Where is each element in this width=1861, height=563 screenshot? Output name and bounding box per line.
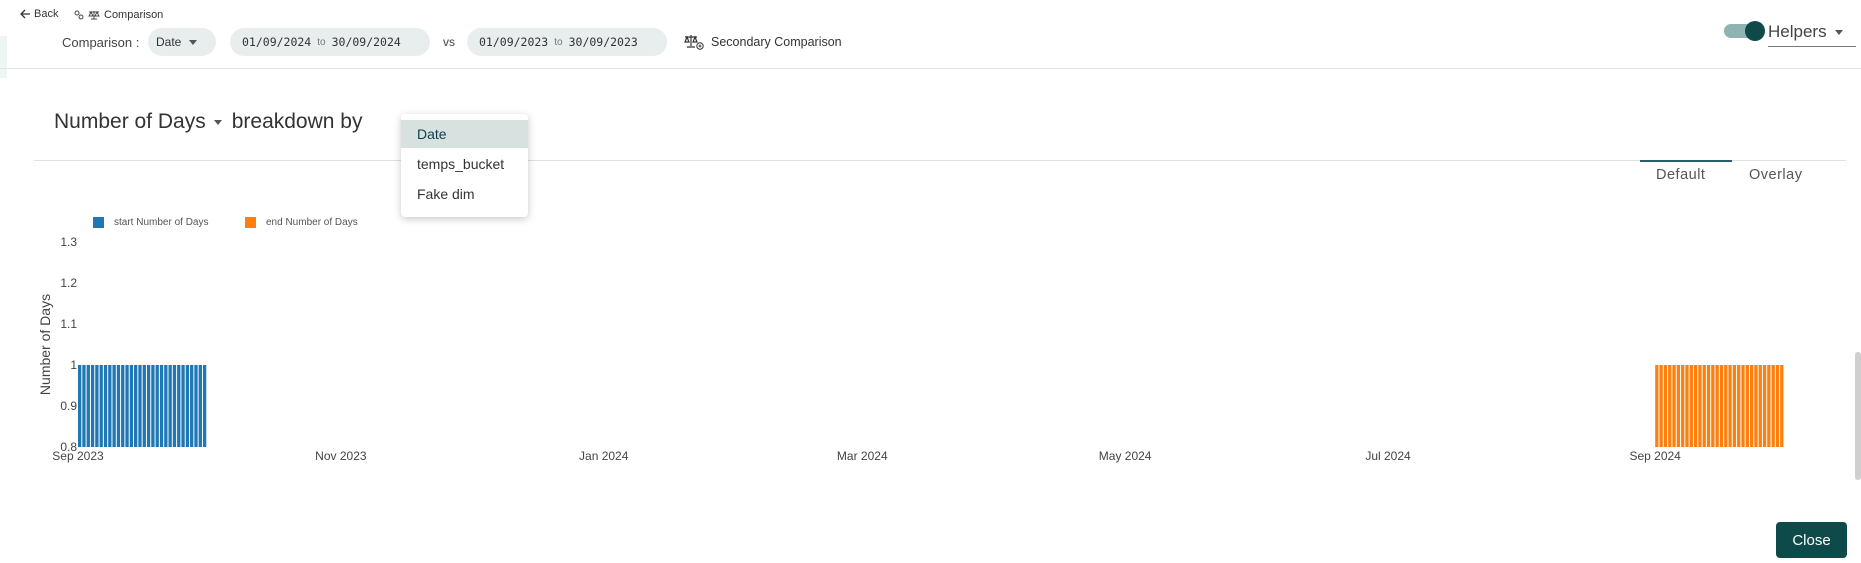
start-series-bar [138, 365, 142, 447]
start-series-bar [82, 365, 86, 447]
end-series-bar [1728, 365, 1732, 447]
dropdown-option-temps-bucket[interactable]: temps_bucket [401, 150, 528, 178]
start-series-bar [146, 365, 151, 447]
end-series-bar [1693, 365, 1698, 447]
start-series-bar [159, 365, 164, 447]
start-series-bar [99, 365, 103, 447]
close-button[interactable]: Close [1776, 522, 1847, 558]
end-series-bar [1681, 365, 1685, 447]
start-series-bar [177, 365, 181, 447]
end-series-bar [1745, 365, 1749, 447]
y-tick-label: 1 [70, 358, 77, 372]
start-series-bar [116, 365, 121, 447]
end-series-bar [1659, 365, 1663, 447]
start-series-bar [168, 365, 172, 447]
end-series-bar [1762, 365, 1767, 447]
start-series-bar [151, 365, 155, 447]
start-series-bar [198, 365, 202, 447]
end-series-bar [1663, 365, 1668, 447]
end-series-bar [1758, 365, 1762, 447]
dropdown-option-fake-dim[interactable]: Fake dim [401, 180, 528, 208]
start-series-bar [112, 365, 116, 447]
end-series-bar [1711, 365, 1715, 447]
start-series-bar [86, 365, 90, 447]
dropdown-option-date[interactable]: Date [401, 120, 528, 148]
x-tick-label: Sep 2023 [52, 449, 104, 463]
start-series-bar [95, 365, 99, 447]
end-series-bar [1737, 365, 1741, 447]
end-series-bar [1676, 365, 1681, 447]
x-tick-label: Sep 2024 [1629, 449, 1681, 463]
start-series-bar [185, 365, 190, 447]
end-series-bar [1702, 365, 1706, 447]
end-series-bar [1754, 365, 1758, 447]
x-tick-label: Jan 2024 [579, 449, 629, 463]
start-series-bar [90, 365, 95, 447]
x-tick-label: Nov 2023 [315, 449, 367, 463]
start-series-bar [78, 365, 82, 447]
start-series-bar [181, 365, 185, 447]
end-series-bar [1724, 365, 1728, 447]
bar-chart: 1.31.21.110.90.8Number of DaysSep 2023 No… [37, 235, 1784, 463]
end-series-bar [1775, 365, 1780, 447]
end-series-bar [1749, 365, 1754, 447]
end-series-bar [1767, 365, 1771, 447]
close-label: Close [1792, 531, 1831, 549]
start-series-bar [142, 365, 146, 447]
start-series-bar [125, 365, 129, 447]
start-series-bar [202, 365, 207, 447]
start-series-bar [164, 365, 168, 447]
end-series-bar [1741, 365, 1745, 447]
end-series-bar [1689, 365, 1693, 447]
end-series-bar [1672, 365, 1676, 447]
end-series-bar [1706, 365, 1711, 447]
start-series-bar [103, 365, 108, 447]
vertical-scrollbar[interactable] [1855, 352, 1861, 480]
start-series-bar [194, 365, 198, 447]
end-series-bar [1715, 365, 1719, 447]
start-series-bar [172, 365, 177, 447]
x-tick-label: Mar 2024 [837, 449, 888, 463]
end-series-bar [1698, 365, 1702, 447]
start-series-bar [129, 365, 134, 447]
end-series-bar [1780, 365, 1784, 447]
start-series-bar [134, 365, 138, 447]
y-tick-label: 1.3 [60, 235, 77, 249]
end-series-bar [1732, 365, 1737, 447]
start-series-bar [155, 365, 159, 447]
end-series-bar [1655, 365, 1659, 447]
y-tick-label: 1.1 [60, 317, 77, 331]
end-series-bar [1719, 365, 1724, 447]
start-series-bar [190, 365, 194, 447]
y-tick-label: 0.9 [60, 399, 77, 413]
start-series-bar [121, 365, 125, 447]
x-tick-label: Jul 2024 [1365, 449, 1411, 463]
x-tick-label: May 2024 [1099, 449, 1152, 463]
end-series-bar [1771, 365, 1775, 447]
start-series-bar [108, 365, 112, 447]
end-series-bar [1668, 365, 1672, 447]
breakdown-dropdown-menu: Date temps_bucket Fake dim [401, 114, 528, 217]
y-axis-label: Number of Days [37, 294, 53, 395]
y-tick-label: 1.2 [60, 276, 77, 290]
end-series-bar [1685, 365, 1689, 447]
